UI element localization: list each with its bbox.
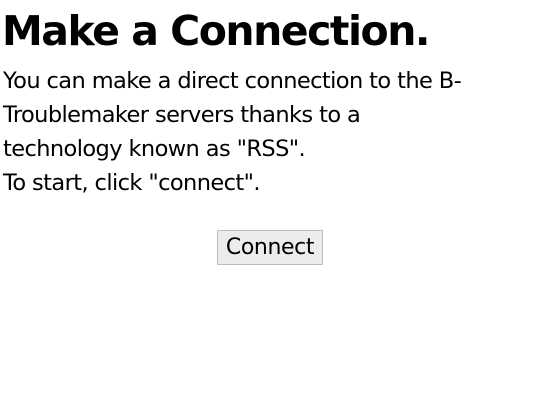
instructions-line: Troublemaker servers thanks to a [3,102,361,128]
instructions-text: You can make a direct connection to the … [3,64,533,200]
instructions-line: You can make a direct connection to the … [3,68,462,94]
instructions-line: technology known as "RSS". [3,136,306,162]
instructions-line: To start, click "connect". [3,170,261,196]
page-title: Make a Connection. [2,7,430,55]
connect-button[interactable]: Connect [217,230,323,265]
